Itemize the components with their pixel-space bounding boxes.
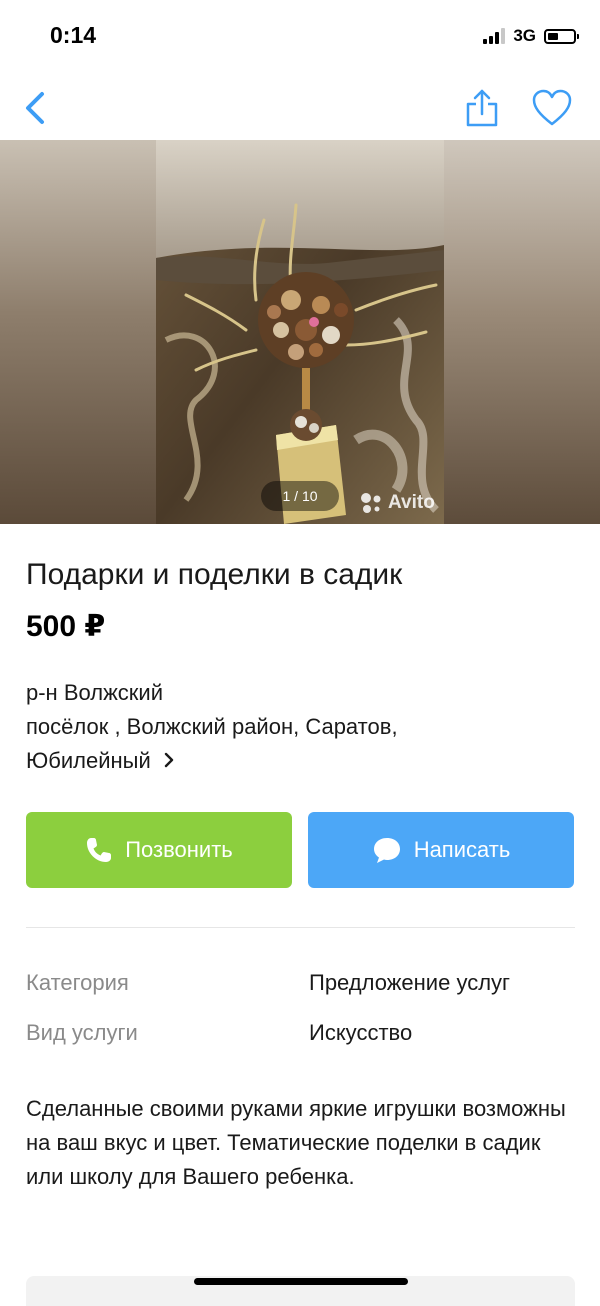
status-time: 0:14 <box>50 22 97 48</box>
param-value: Предложение услуг <box>309 970 511 995</box>
photo-counter: 1 / 10 <box>261 481 339 511</box>
nav-bar <box>0 72 600 140</box>
listing-photo <box>156 140 444 524</box>
gallery-blur-left <box>0 140 156 524</box>
listing-address: р-н Волжский посёлок , Волжский район, С… <box>26 676 576 778</box>
address-line-district: р-н Волжский <box>26 680 164 705</box>
param-label: Категория <box>26 970 129 995</box>
address-line-street: Юбилейный <box>26 748 151 773</box>
back-button[interactable] <box>14 86 58 130</box>
favorite-button[interactable] <box>530 86 574 130</box>
param-label: Вид услуги <box>26 1020 138 1045</box>
share-icon <box>466 89 498 127</box>
heart-icon <box>532 89 572 126</box>
param-value: Искусство <box>309 1020 413 1045</box>
listing-title: Подарки и поделки в садик <box>26 558 403 591</box>
photo-gallery[interactable] <box>0 140 600 524</box>
message-button-label: Написать <box>413 837 511 862</box>
address-link[interactable]: Юбилейный <box>26 744 576 778</box>
call-button-label: Позвонить <box>125 837 233 862</box>
network-type: 3G <box>513 26 536 45</box>
status-indicators: 3G <box>483 26 579 46</box>
battery-icon <box>544 28 579 44</box>
avito-logo-icon <box>361 493 381 513</box>
call-button[interactable]: Позвонить <box>26 812 292 888</box>
signal-icon <box>483 28 506 44</box>
chevron-right-icon <box>164 752 174 768</box>
listing-description: Сделанные своими руками яркие игрушки во… <box>26 1096 566 1189</box>
divider <box>26 927 575 928</box>
chat-bubble-icon <box>373 838 400 863</box>
share-button[interactable] <box>460 86 504 130</box>
message-button[interactable]: Написать <box>308 812 574 888</box>
chevron-left-icon <box>26 92 44 124</box>
home-indicator <box>194 1278 408 1285</box>
watermark-text: Avito <box>388 492 435 513</box>
listing-price: 500 ₽ <box>26 610 106 643</box>
phone-icon <box>87 838 112 862</box>
status-bar: 0:14 3G <box>0 0 600 72</box>
gallery-blur-right <box>444 140 600 524</box>
watermark: Avito <box>360 492 435 514</box>
address-line-settlement: посёлок , Волжский район, Саратов, <box>26 714 398 739</box>
